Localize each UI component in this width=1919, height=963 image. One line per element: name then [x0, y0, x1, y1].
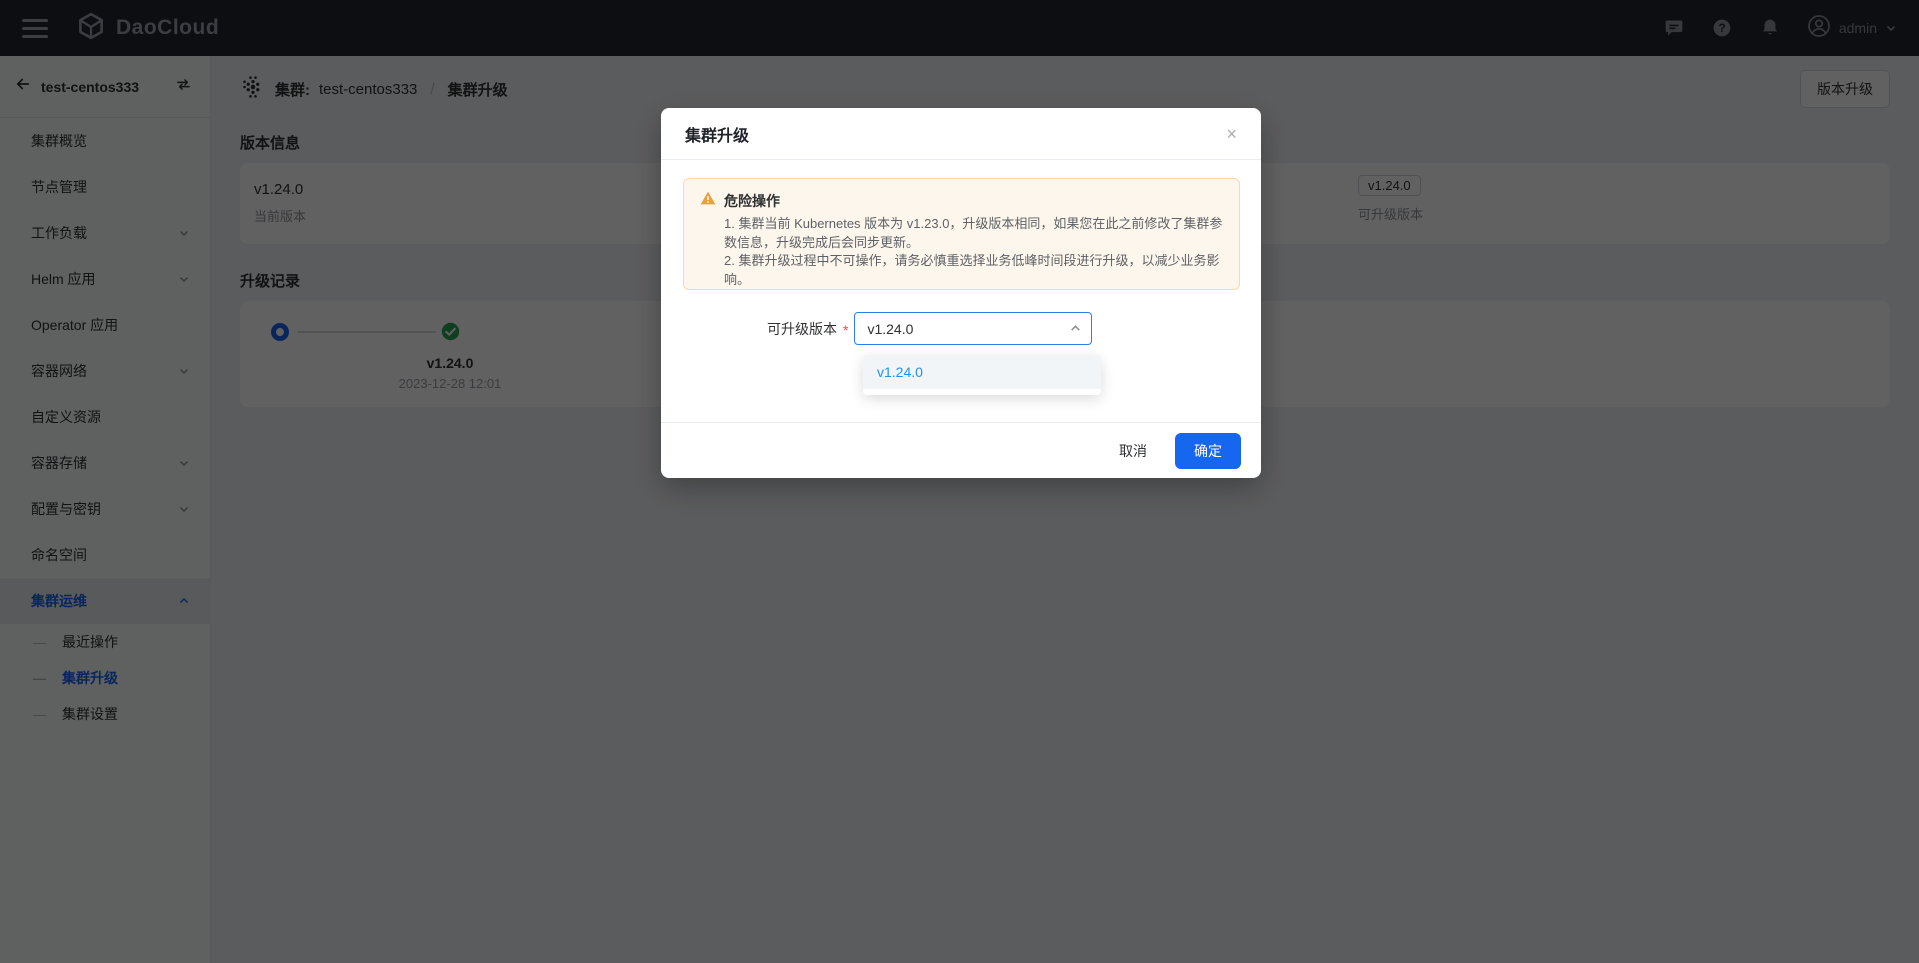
warning-line-1: 1. 集群当前 Kubernetes 版本为 v1.23.0，升级版本相同，如果…	[724, 215, 1223, 252]
dropdown-option-v1-24-0[interactable]: v1.24.0	[863, 355, 1101, 389]
modal-title: 集群升级	[685, 122, 749, 146]
danger-warning-box: 危险操作 1. 集群当前 Kubernetes 版本为 v1.23.0，升级版本…	[683, 178, 1240, 290]
version-dropdown: v1.24.0	[863, 355, 1101, 395]
warning-line-2: 2. 集群升级过程中不可操作，请务必慎重选择业务低峰时间段进行升级，以减少业务影…	[724, 252, 1223, 289]
close-icon[interactable]: ×	[1226, 125, 1237, 143]
required-mark: *	[843, 322, 848, 338]
upgradable-version-label: 可升级版本	[661, 319, 837, 339]
cancel-button[interactable]: 取消	[1105, 433, 1161, 469]
upgradable-version-select[interactable]	[854, 312, 1092, 345]
warning-title: 危险操作	[724, 191, 780, 211]
warning-triangle-icon	[700, 190, 716, 211]
cluster-upgrade-modal: 集群升级 × 危险操作 1. 集群当前 Kubernetes 版本为 v1.23…	[661, 108, 1261, 478]
upgradable-version-form-row: 可升级版本 *	[661, 312, 1261, 345]
confirm-button[interactable]: 确定	[1175, 433, 1241, 469]
chevron-up-icon	[1069, 322, 1082, 335]
